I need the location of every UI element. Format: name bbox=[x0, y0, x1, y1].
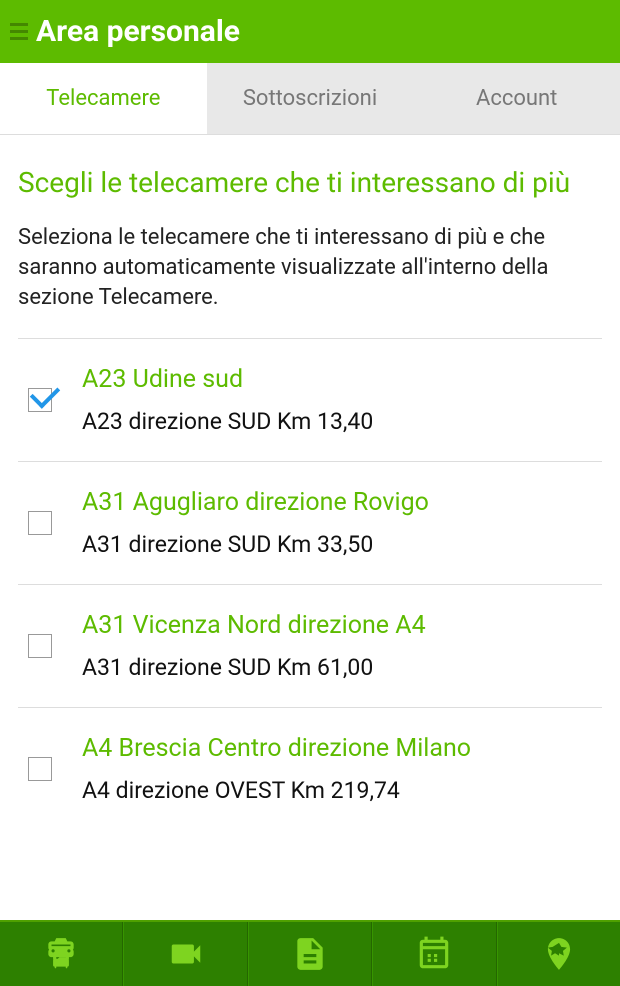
camera-subtitle: A4 direzione OVEST Km 219,74 bbox=[82, 777, 602, 804]
camera-title: A31 Agugliaro direzione Rovigo bbox=[82, 488, 602, 517]
nav-camera[interactable] bbox=[123, 922, 247, 986]
camera-subtitle: A31 direzione SUD Km 33,50 bbox=[82, 531, 602, 558]
camera-title: A23 Udine sud bbox=[82, 365, 602, 394]
app-header: Area personale bbox=[0, 0, 620, 63]
content-area: Scegli le telecamere che ti interessano … bbox=[0, 135, 620, 920]
nav-favorite[interactable] bbox=[497, 922, 620, 986]
bottom-nav bbox=[0, 920, 620, 986]
page-title: Area personale bbox=[36, 14, 240, 49]
section-description: Seleziona le telecamere che ti interessa… bbox=[18, 223, 602, 312]
checkbox[interactable] bbox=[28, 757, 52, 781]
tab-telecamere[interactable]: Telecamere bbox=[0, 63, 207, 134]
camera-title: A31 Vicenza Nord direzione A4 bbox=[82, 611, 602, 640]
camera-info: A31 Agugliaro direzione Rovigo A31 direz… bbox=[82, 488, 602, 558]
camera-info: A31 Vicenza Nord direzione A4 A31 direzi… bbox=[82, 611, 602, 681]
list-item[interactable]: A31 Agugliaro direzione Rovigo A31 direz… bbox=[18, 461, 602, 584]
list-item[interactable]: A4 Brescia Centro direzione Milano A4 di… bbox=[18, 707, 602, 830]
document-icon bbox=[291, 935, 329, 973]
traffic-icon bbox=[42, 935, 80, 973]
list-item[interactable]: A23 Udine sud A23 direzione SUD Km 13,40 bbox=[18, 338, 602, 461]
location-star-icon bbox=[540, 935, 578, 973]
checkbox[interactable] bbox=[28, 511, 52, 535]
camera-subtitle: A31 direzione SUD Km 61,00 bbox=[82, 654, 602, 681]
list-item[interactable]: A31 Vicenza Nord direzione A4 A31 direzi… bbox=[18, 584, 602, 707]
camera-info: A4 Brescia Centro direzione Milano A4 di… bbox=[82, 734, 602, 804]
nav-calendar[interactable] bbox=[372, 922, 496, 986]
section-title: Scegli le telecamere che ti interessano … bbox=[18, 165, 602, 201]
calendar-icon bbox=[415, 935, 453, 973]
menu-icon[interactable] bbox=[10, 23, 28, 40]
nav-document[interactable] bbox=[248, 922, 372, 986]
camera-subtitle: A23 direzione SUD Km 13,40 bbox=[82, 408, 602, 435]
camera-list: A23 Udine sud A23 direzione SUD Km 13,40… bbox=[18, 338, 602, 830]
tabs: Telecamere Sottoscrizioni Account bbox=[0, 63, 620, 135]
tab-account[interactable]: Account bbox=[413, 63, 620, 134]
nav-traffic[interactable] bbox=[0, 922, 123, 986]
checkbox[interactable] bbox=[28, 634, 52, 658]
tab-sottoscrizioni[interactable]: Sottoscrizioni bbox=[207, 63, 414, 134]
camera-info: A23 Udine sud A23 direzione SUD Km 13,40 bbox=[82, 365, 602, 435]
checkbox[interactable] bbox=[28, 388, 52, 412]
camera-icon bbox=[167, 935, 205, 973]
camera-title: A4 Brescia Centro direzione Milano bbox=[82, 734, 602, 763]
